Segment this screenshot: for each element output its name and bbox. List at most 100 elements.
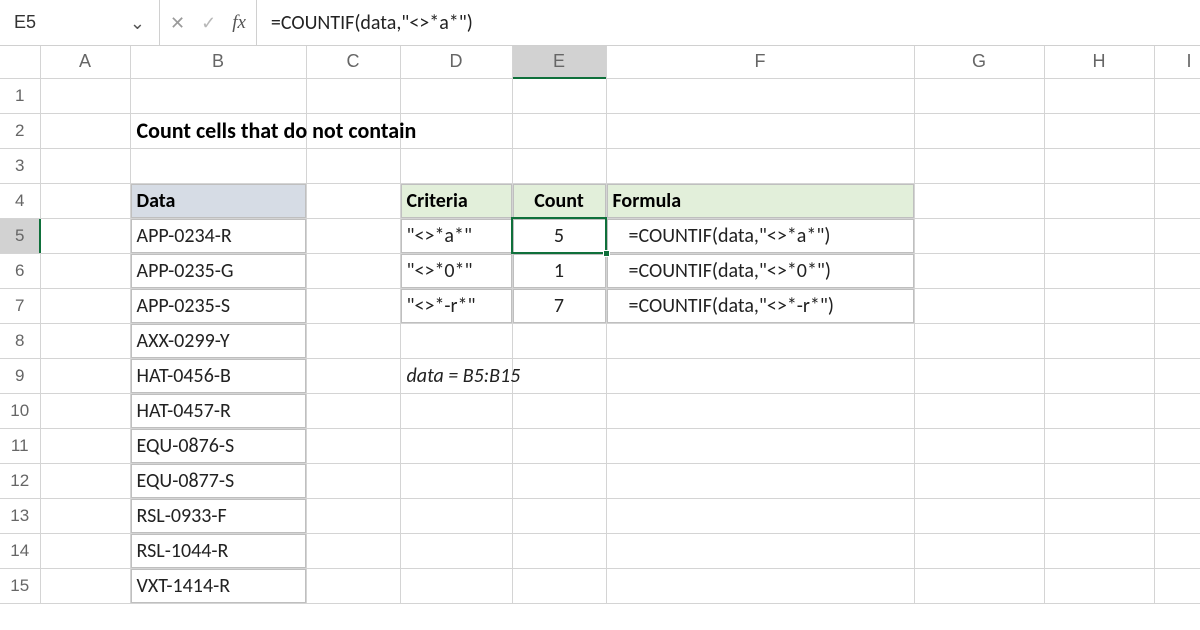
cell[interactable] xyxy=(306,253,400,288)
cell[interactable] xyxy=(400,533,512,568)
cell[interactable] xyxy=(512,78,606,113)
cell[interactable] xyxy=(40,183,130,218)
data-cell[interactable]: AXX-0299-Y xyxy=(130,323,306,358)
criteria-cell[interactable]: "<>*0*" xyxy=(400,253,512,288)
cell[interactable] xyxy=(1044,113,1154,148)
cell[interactable] xyxy=(1044,428,1154,463)
row-header[interactable]: 7 xyxy=(0,288,40,323)
cell[interactable] xyxy=(914,428,1044,463)
cell[interactable] xyxy=(512,463,606,498)
cell[interactable] xyxy=(400,463,512,498)
formula-cell[interactable]: =COUNTIF(data,"<>*-r*") xyxy=(606,288,914,323)
cell[interactable] xyxy=(914,323,1044,358)
criteria-cell[interactable]: "<>*a*" xyxy=(400,218,512,253)
row-header[interactable]: 12 xyxy=(0,463,40,498)
cell[interactable] xyxy=(40,463,130,498)
cancel-icon[interactable]: ✕ xyxy=(170,12,185,34)
cell[interactable] xyxy=(512,323,606,358)
cell[interactable] xyxy=(306,498,400,533)
cell[interactable] xyxy=(40,218,130,253)
col-header-I[interactable]: I xyxy=(1154,46,1200,78)
row-header[interactable]: 1 xyxy=(0,78,40,113)
name-box[interactable]: E5 ⌄ xyxy=(0,0,160,45)
cell[interactable] xyxy=(1154,183,1200,218)
cell[interactable] xyxy=(1044,218,1154,253)
row-header[interactable]: 13 xyxy=(0,498,40,533)
cell[interactable] xyxy=(40,393,130,428)
cell[interactable] xyxy=(306,323,400,358)
cell[interactable] xyxy=(914,148,1044,183)
cell[interactable] xyxy=(512,428,606,463)
confirm-icon[interactable]: ✓ xyxy=(201,12,216,34)
cell[interactable] xyxy=(1044,358,1154,393)
cell[interactable] xyxy=(306,533,400,568)
row-header[interactable]: 14 xyxy=(0,533,40,568)
cell[interactable] xyxy=(400,498,512,533)
cell[interactable] xyxy=(512,393,606,428)
cell[interactable] xyxy=(40,148,130,183)
data-cell[interactable]: HAT-0456-B xyxy=(130,358,306,393)
count-cell[interactable]: 1 xyxy=(512,253,606,288)
cell[interactable] xyxy=(306,78,400,113)
cell[interactable] xyxy=(512,568,606,603)
cell[interactable] xyxy=(606,393,914,428)
data-cell[interactable]: RSL-1044-R xyxy=(130,533,306,568)
col-header-D[interactable]: D xyxy=(400,46,512,78)
worksheet[interactable]: A B C D E F G H I 1 2 Count cells that d… xyxy=(0,46,1200,604)
count-header-cell[interactable]: Count xyxy=(512,183,606,218)
cell[interactable] xyxy=(606,568,914,603)
title-cell[interactable]: Count cells that do not contain xyxy=(130,113,306,148)
row-header[interactable]: 11 xyxy=(0,428,40,463)
cell[interactable] xyxy=(306,428,400,463)
cell[interactable] xyxy=(512,148,606,183)
data-cell[interactable]: EQU-0877-S xyxy=(130,463,306,498)
row-header[interactable]: 2 xyxy=(0,113,40,148)
data-header-cell[interactable]: Data xyxy=(130,183,306,218)
cell[interactable] xyxy=(914,288,1044,323)
cell[interactable] xyxy=(1044,323,1154,358)
data-cell[interactable]: HAT-0457-R xyxy=(130,393,306,428)
cell[interactable] xyxy=(1044,253,1154,288)
cell[interactable] xyxy=(606,323,914,358)
cell[interactable] xyxy=(914,218,1044,253)
col-header-F[interactable]: F xyxy=(606,46,914,78)
cell[interactable] xyxy=(606,428,914,463)
cell[interactable] xyxy=(1044,498,1154,533)
cell[interactable] xyxy=(1154,148,1200,183)
cell[interactable] xyxy=(1154,463,1200,498)
cell[interactable] xyxy=(1154,428,1200,463)
cell[interactable] xyxy=(400,78,512,113)
row-header[interactable]: 15 xyxy=(0,568,40,603)
cell[interactable] xyxy=(306,463,400,498)
cell[interactable] xyxy=(914,253,1044,288)
count-cell[interactable]: 7 xyxy=(512,288,606,323)
cell[interactable] xyxy=(1154,288,1200,323)
row-header[interactable]: 6 xyxy=(0,253,40,288)
row-header[interactable]: 5 xyxy=(0,218,40,253)
cell[interactable] xyxy=(40,533,130,568)
cell[interactable] xyxy=(1154,358,1200,393)
cell[interactable] xyxy=(306,148,400,183)
cell[interactable] xyxy=(400,428,512,463)
col-header-E[interactable]: E xyxy=(512,46,606,78)
cell[interactable] xyxy=(914,113,1044,148)
cell[interactable] xyxy=(1044,533,1154,568)
cell[interactable] xyxy=(306,183,400,218)
col-header-C[interactable]: C xyxy=(306,46,400,78)
col-header-B[interactable]: B xyxy=(130,46,306,78)
cell[interactable] xyxy=(1154,533,1200,568)
col-header-G[interactable]: G xyxy=(914,46,1044,78)
formula-header-cell[interactable]: Formula xyxy=(606,183,914,218)
count-cell-selected[interactable]: 5 xyxy=(512,218,606,253)
fx-icon[interactable]: fx xyxy=(232,12,246,34)
row-header[interactable]: 4 xyxy=(0,183,40,218)
cell[interactable] xyxy=(914,463,1044,498)
cell[interactable] xyxy=(1044,463,1154,498)
cell[interactable] xyxy=(1044,148,1154,183)
row-header[interactable]: 9 xyxy=(0,358,40,393)
data-cell[interactable]: VXT-1414-R xyxy=(130,568,306,603)
cell[interactable] xyxy=(1044,393,1154,428)
cell[interactable] xyxy=(606,498,914,533)
cell[interactable] xyxy=(40,78,130,113)
cell[interactable] xyxy=(914,358,1044,393)
